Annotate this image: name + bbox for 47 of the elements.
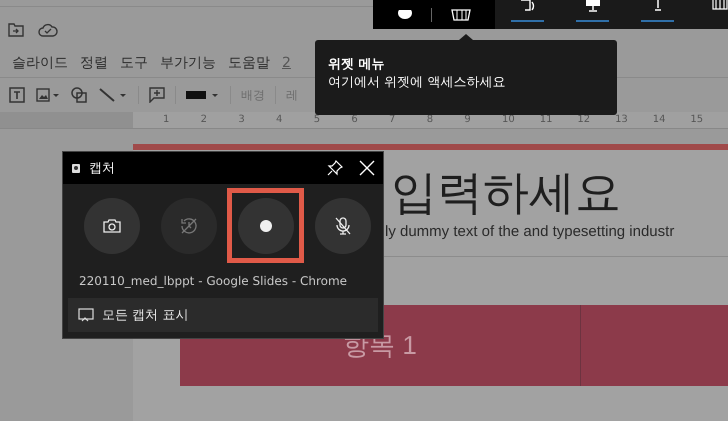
record-dot-icon [260, 220, 272, 232]
last-edit-link[interactable]: 2 [282, 55, 291, 71]
speaker-icon[interactable] [520, 0, 536, 12]
ruler-number: 13 [615, 113, 629, 127]
slide-subtitle: ly dummy text of the and typesetting industr [385, 222, 674, 242]
menu-item[interactable]: 슬라이드 [12, 54, 68, 72]
pin-icon[interactable] [327, 160, 343, 176]
slide-title: 입력하세요 [391, 165, 621, 220]
line-icon[interactable] [98, 87, 128, 103]
ruler-number: 14 [652, 113, 666, 127]
text-box-icon[interactable] [8, 86, 26, 104]
menu-item[interactable]: 도구 [120, 54, 148, 72]
shape-icon[interactable] [70, 86, 88, 104]
tooltip-title: 위젯 메뉴 [328, 56, 386, 74]
capture-source-text: 220110_med_lbppt - Google Slides - Chrome [78, 273, 348, 288]
cloud-icon[interactable] [38, 23, 58, 37]
image-icon[interactable] [36, 87, 60, 103]
comment-add-icon[interactable] [149, 87, 165, 103]
gallery-icon[interactable] [712, 0, 728, 12]
microphone-off-icon [334, 216, 350, 234]
ruler-number: 5 [314, 113, 322, 127]
history-off-icon [180, 216, 198, 234]
keyboard-icon[interactable] [186, 89, 220, 101]
menu-item[interactable]: 도움말 [228, 54, 270, 72]
ruler-number: 9 [464, 113, 472, 127]
ruler-number: 7 [389, 113, 396, 127]
gallery-icon [78, 308, 94, 322]
menu-item[interactable]: 정렬 [80, 54, 108, 72]
ruler-number: 1 [163, 113, 170, 127]
ruler-number: 4 [276, 113, 284, 127]
capture-widget-icon [71, 162, 81, 174]
close-icon[interactable] [359, 160, 375, 176]
tooltip-text: 여기에서 위젯에 액세스하세요 [328, 74, 506, 92]
widget-menu-icon[interactable] [450, 8, 472, 20]
ruler-number: 11 [540, 113, 554, 127]
ruler-number: 6 [351, 113, 359, 127]
ruler-number: 15 [690, 113, 704, 127]
ruler-number: 2 [200, 113, 208, 127]
widget-title: 캡처 [89, 160, 115, 177]
menu-item[interactable]: 부가기능 [160, 54, 216, 72]
folder-icon[interactable] [8, 23, 24, 37]
ruler-number: 12 [577, 113, 592, 127]
show-all-captures-button[interactable]: 모든 캡처 표시 [68, 298, 378, 332]
ruler-number: 10 [502, 113, 516, 127]
ruler-number: 3 [238, 113, 246, 127]
monitor-icon[interactable] [584, 0, 600, 12]
camera-icon [102, 218, 120, 232]
